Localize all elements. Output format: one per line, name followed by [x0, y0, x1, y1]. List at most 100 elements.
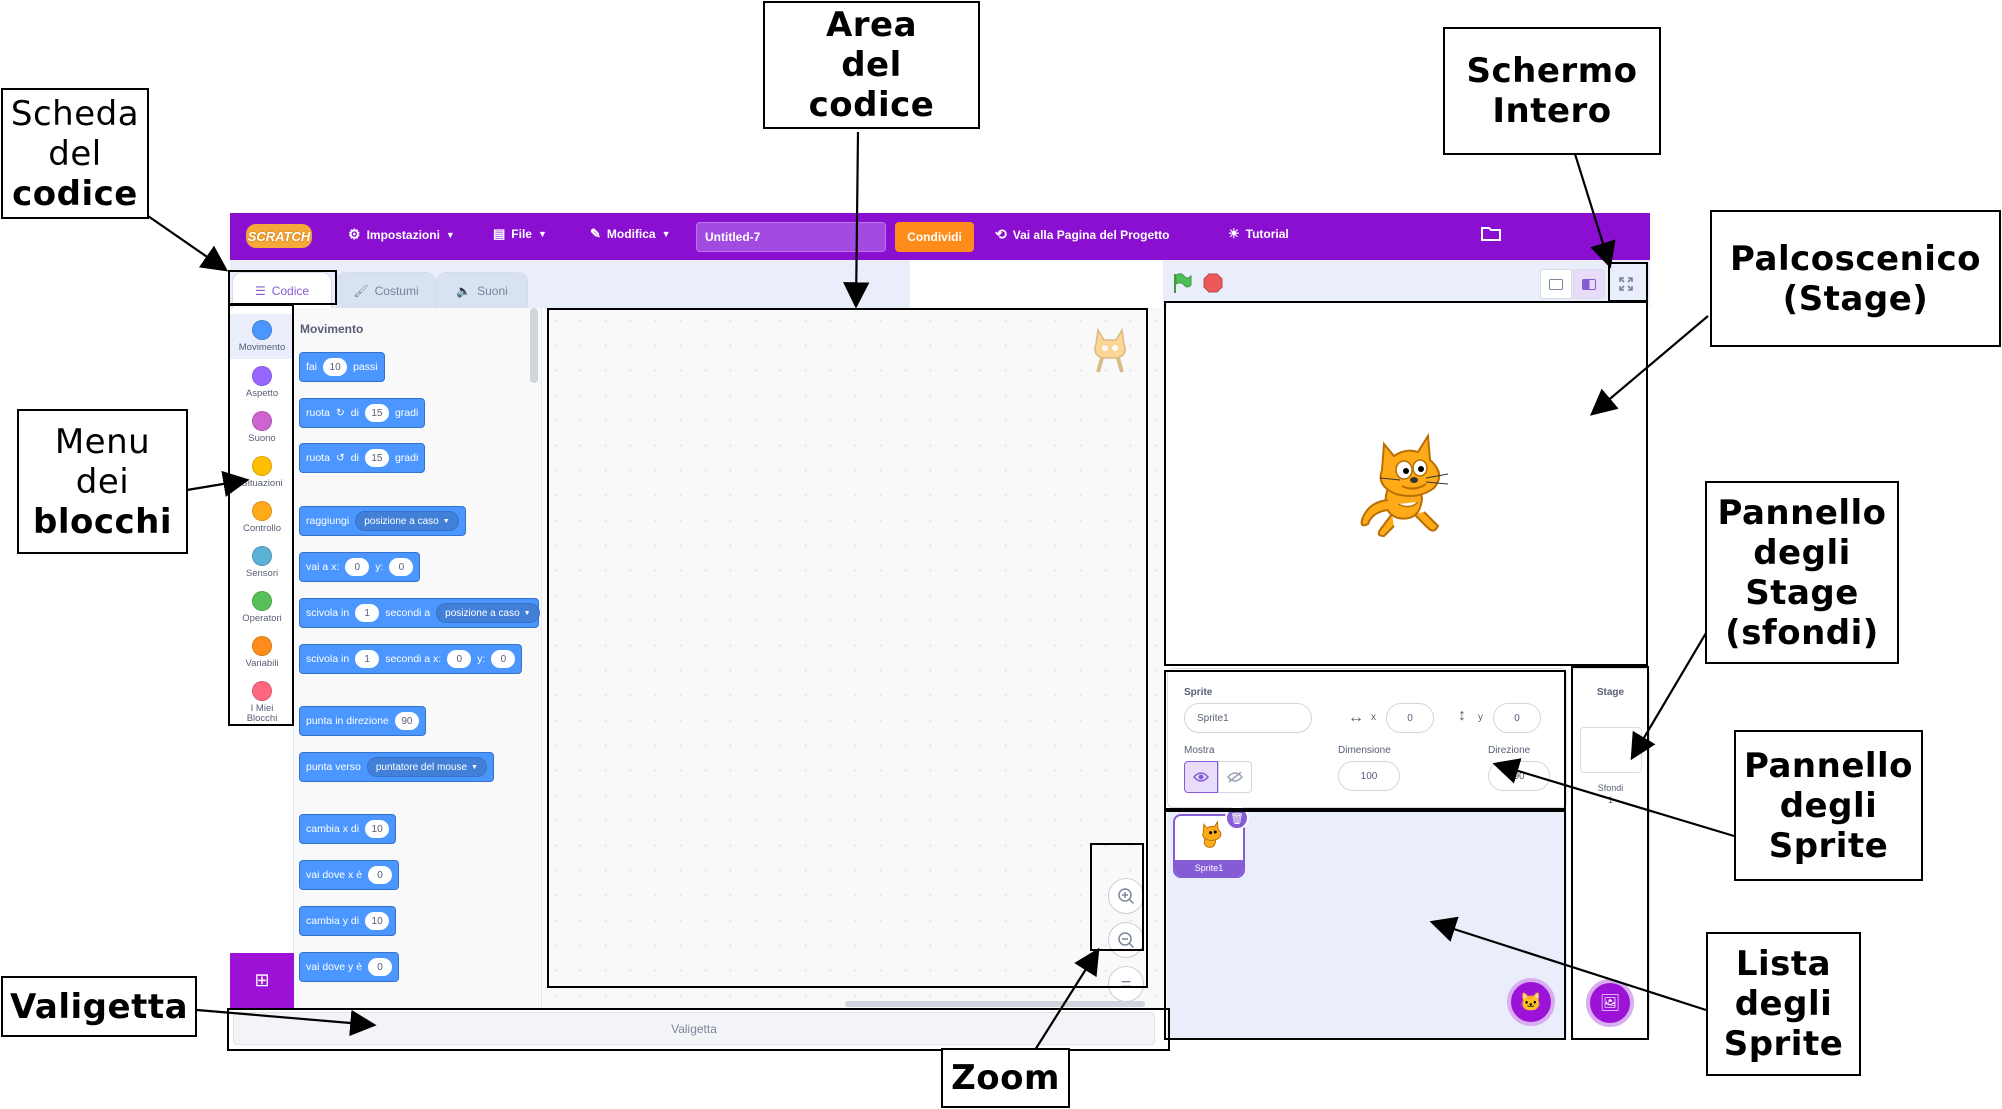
green-flag-icon[interactable] [1171, 272, 1193, 294]
x-position-input[interactable]: 0 [1386, 703, 1434, 733]
category-variables[interactable]: Variabili [230, 636, 294, 669]
add-extension-button[interactable]: ⊞ [230, 953, 294, 1008]
my-stuff-folder-icon[interactable] [1480, 223, 1502, 243]
category-dot [252, 681, 272, 701]
large-stage-button[interactable] [1573, 269, 1605, 299]
zoom-reset-button[interactable]: = [1108, 966, 1144, 1002]
cat-thumbnail-icon [1202, 820, 1222, 848]
edit-menu[interactable]: ✎ Modifica ▼ [590, 226, 671, 242]
zoom-reset-label: = [1120, 973, 1132, 994]
fullscreen-button[interactable] [1610, 269, 1642, 299]
extension-icon: ⊞ [254, 970, 270, 990]
block-number-input[interactable]: 0 [368, 866, 393, 884]
tutorials-label: Tutorial [1245, 227, 1289, 241]
category-looks[interactable]: Aspetto [230, 366, 294, 399]
choose-backdrop-button[interactable]: 🖼 [1586, 979, 1634, 1027]
block-change-x[interactable]: cambia x di 10 [299, 814, 397, 844]
block-number-input[interactable]: 10 [323, 358, 348, 376]
small-stage-icon [1549, 278, 1563, 290]
choose-sprite-button[interactable]: 🐱 [1507, 978, 1555, 1026]
block-turn-right[interactable]: ruota ↻ di 15 gradi [299, 398, 426, 428]
category-events[interactable]: Situazioni [230, 456, 294, 489]
callout-line: Stage [1745, 572, 1859, 613]
block-number-input[interactable]: 10 [365, 820, 390, 838]
size-input[interactable]: 100 [1338, 761, 1400, 791]
image-add-icon: 🖼 [1599, 995, 1621, 1012]
tutorials-button[interactable]: ☀ Tutorial [1228, 226, 1289, 242]
code-area[interactable]: = [543, 308, 1163, 1008]
block-number-input[interactable]: 0 [389, 558, 414, 576]
dropdown-value: puntatore del mouse [375, 761, 468, 773]
hide-sprite-button[interactable] [1218, 761, 1252, 793]
callout-line: Sprite [1768, 825, 1889, 866]
block-point-direction[interactable]: punta in direzione 90 [299, 706, 426, 736]
backpack[interactable]: Valigetta [233, 1012, 1155, 1045]
block-dropdown[interactable]: puntatore del mouse ▼ [366, 757, 487, 777]
category-my-blocks[interactable]: I Miei Blocchi [230, 681, 294, 724]
y-position-input[interactable]: 0 [1493, 703, 1541, 733]
palette-scrollbar[interactable] [530, 308, 538, 383]
backdrop-thumbnail[interactable] [1580, 727, 1642, 773]
block-number-input[interactable]: 0 [491, 650, 516, 668]
block-set-y[interactable]: vai dove y è 0 [299, 952, 400, 982]
category-label: Aspetto [245, 388, 279, 399]
show-sprite-button[interactable] [1184, 761, 1218, 793]
file-icon: ▤ [493, 226, 506, 241]
block-turn-left[interactable]: ruota ↺ di 15 gradi [299, 443, 426, 473]
block-number-input[interactable]: 0 [447, 650, 472, 668]
category-dot [252, 546, 272, 566]
project-title-input[interactable]: Untitled-7 [696, 222, 886, 252]
block-dropdown[interactable]: posizione a caso ▼ [355, 511, 459, 531]
zoom-in-button[interactable] [1108, 878, 1144, 914]
block-glide[interactable]: scivola in 1 secondi a posizione a caso ▼ [299, 598, 540, 628]
file-menu[interactable]: ▤ File ▼ [493, 226, 547, 242]
share-button[interactable]: Condividi [895, 222, 974, 252]
delete-sprite-button[interactable]: 🗑 [1225, 806, 1249, 830]
category-motion[interactable]: Movimento [230, 314, 294, 359]
block-dropdown[interactable]: posizione a caso ▼ [436, 603, 540, 623]
small-stage-button[interactable] [1540, 269, 1572, 299]
zoom-out-button[interactable] [1108, 922, 1144, 958]
block-number-input[interactable]: 90 [394, 712, 419, 730]
settings-menu[interactable]: ⚙ Impostazioni ▼ [348, 226, 455, 243]
block-number-input[interactable]: 15 [364, 449, 389, 467]
project-page-button[interactable]: ⟲ Vai alla Pagina del Progetto [995, 226, 1169, 243]
code-area-scrollbar[interactable] [845, 1001, 1145, 1007]
category-label: Controllo [242, 523, 282, 534]
lightbulb-icon: ☀ [1228, 226, 1240, 241]
block-set-x[interactable]: vai dove x è 0 [299, 860, 400, 890]
category-control[interactable]: Controllo [230, 501, 294, 534]
sprite-name-input[interactable]: Sprite1 [1184, 703, 1312, 733]
tab-sounds[interactable]: 🔈 Suoni [436, 272, 528, 308]
sprite-name-label: Sprite [1184, 687, 1213, 698]
block-number-input[interactable]: 15 [364, 404, 389, 422]
stop-icon[interactable] [1203, 273, 1223, 293]
tab-code[interactable]: ☰ Codice [232, 272, 332, 308]
block-goto-xy[interactable]: vai a x: 0 y: 0 [299, 552, 421, 582]
category-sensing[interactable]: Sensori [230, 546, 294, 579]
block-number-input[interactable]: 1 [355, 650, 380, 668]
code-blocks-icon: ☰ [254, 283, 266, 298]
callout-stage: Palcoscenico (Stage) [1710, 210, 2001, 347]
block-point-towards[interactable]: punta verso puntatore del mouse ▼ [299, 752, 494, 782]
stage-target-panel[interactable]: Stage Sfondi 1 🖼 [1571, 668, 1650, 1040]
direction-input[interactable]: 90 [1488, 761, 1550, 791]
block-goto[interactable]: raggiungi posizione a caso ▼ [299, 506, 466, 536]
block-number-input[interactable]: 0 [345, 558, 370, 576]
stage-canvas[interactable] [1167, 302, 1649, 666]
category-sound[interactable]: Suono [230, 411, 294, 444]
block-change-y[interactable]: cambia y di 10 [299, 906, 397, 936]
see-project-icon: ⟲ [995, 226, 1007, 242]
palette-section-title: Movimento [300, 322, 364, 336]
cat-sprite[interactable] [1354, 430, 1454, 540]
category-operators[interactable]: Operatori [230, 591, 294, 624]
tab-costumes[interactable]: 🖌 Costumi [336, 272, 436, 308]
scratch-logo[interactable]: SCRATCH [246, 224, 312, 248]
block-number-input[interactable]: 1 [355, 604, 380, 622]
block-number-input[interactable]: 0 [368, 958, 393, 976]
block-move-steps[interactable]: fai 10 passi [299, 352, 385, 382]
block-number-input[interactable]: 10 [365, 912, 390, 930]
block-glide-xy[interactable]: scivola in 1 secondi a x: 0 y: 0 [299, 644, 523, 674]
callout-line: codice [12, 173, 138, 214]
callout-line: (sfondi) [1725, 612, 1879, 653]
